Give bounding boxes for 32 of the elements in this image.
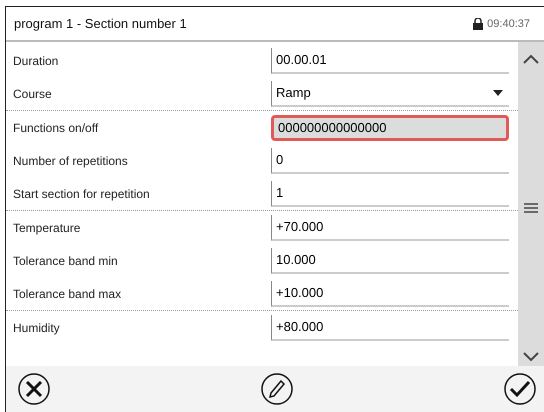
scroll-down-icon[interactable] <box>523 352 539 362</box>
lock-icon <box>472 18 484 30</box>
input-field[interactable]: 0 <box>271 148 509 174</box>
caret-icon <box>493 90 503 96</box>
checkmark-icon <box>503 372 537 406</box>
scrollbar[interactable] <box>518 42 544 366</box>
menu-icon[interactable] <box>523 202 539 214</box>
input-field[interactable]: +10.000 <box>271 280 509 306</box>
field-label: Tolerance band max <box>12 286 122 300</box>
dropdown-field[interactable]: Ramp <box>271 80 509 106</box>
field-label: Humidity <box>12 320 61 334</box>
confirm-button[interactable] <box>502 371 538 407</box>
scroll-up-icon[interactable] <box>523 54 539 64</box>
field-label: Functions on/off <box>12 120 100 134</box>
field-label: Temperature <box>12 220 82 234</box>
field-label: Start section for repetition <box>12 186 151 200</box>
clock-time: 09:40:37 <box>487 18 530 30</box>
input-field[interactable]: +70.000 <box>271 214 509 240</box>
input-field[interactable]: 00.00.01 <box>271 48 509 74</box>
input-field[interactable]: +80.000 <box>271 314 509 340</box>
field-label: Course <box>12 86 53 100</box>
close-icon <box>17 372 51 406</box>
field-label: Tolerance band min <box>12 254 119 268</box>
input-field[interactable]: 1 <box>271 180 509 206</box>
field-label: Number of repetitions <box>12 154 129 168</box>
screen-title: program 1 - Section number 1 <box>14 16 187 31</box>
input-field[interactable]: 10.000 <box>271 248 509 274</box>
edit-button[interactable] <box>259 371 295 407</box>
pencil-icon <box>260 372 294 406</box>
field-label: Duration <box>12 54 60 68</box>
cancel-button[interactable] <box>16 371 52 407</box>
input-field[interactable]: 000000000000000 <box>271 114 509 140</box>
